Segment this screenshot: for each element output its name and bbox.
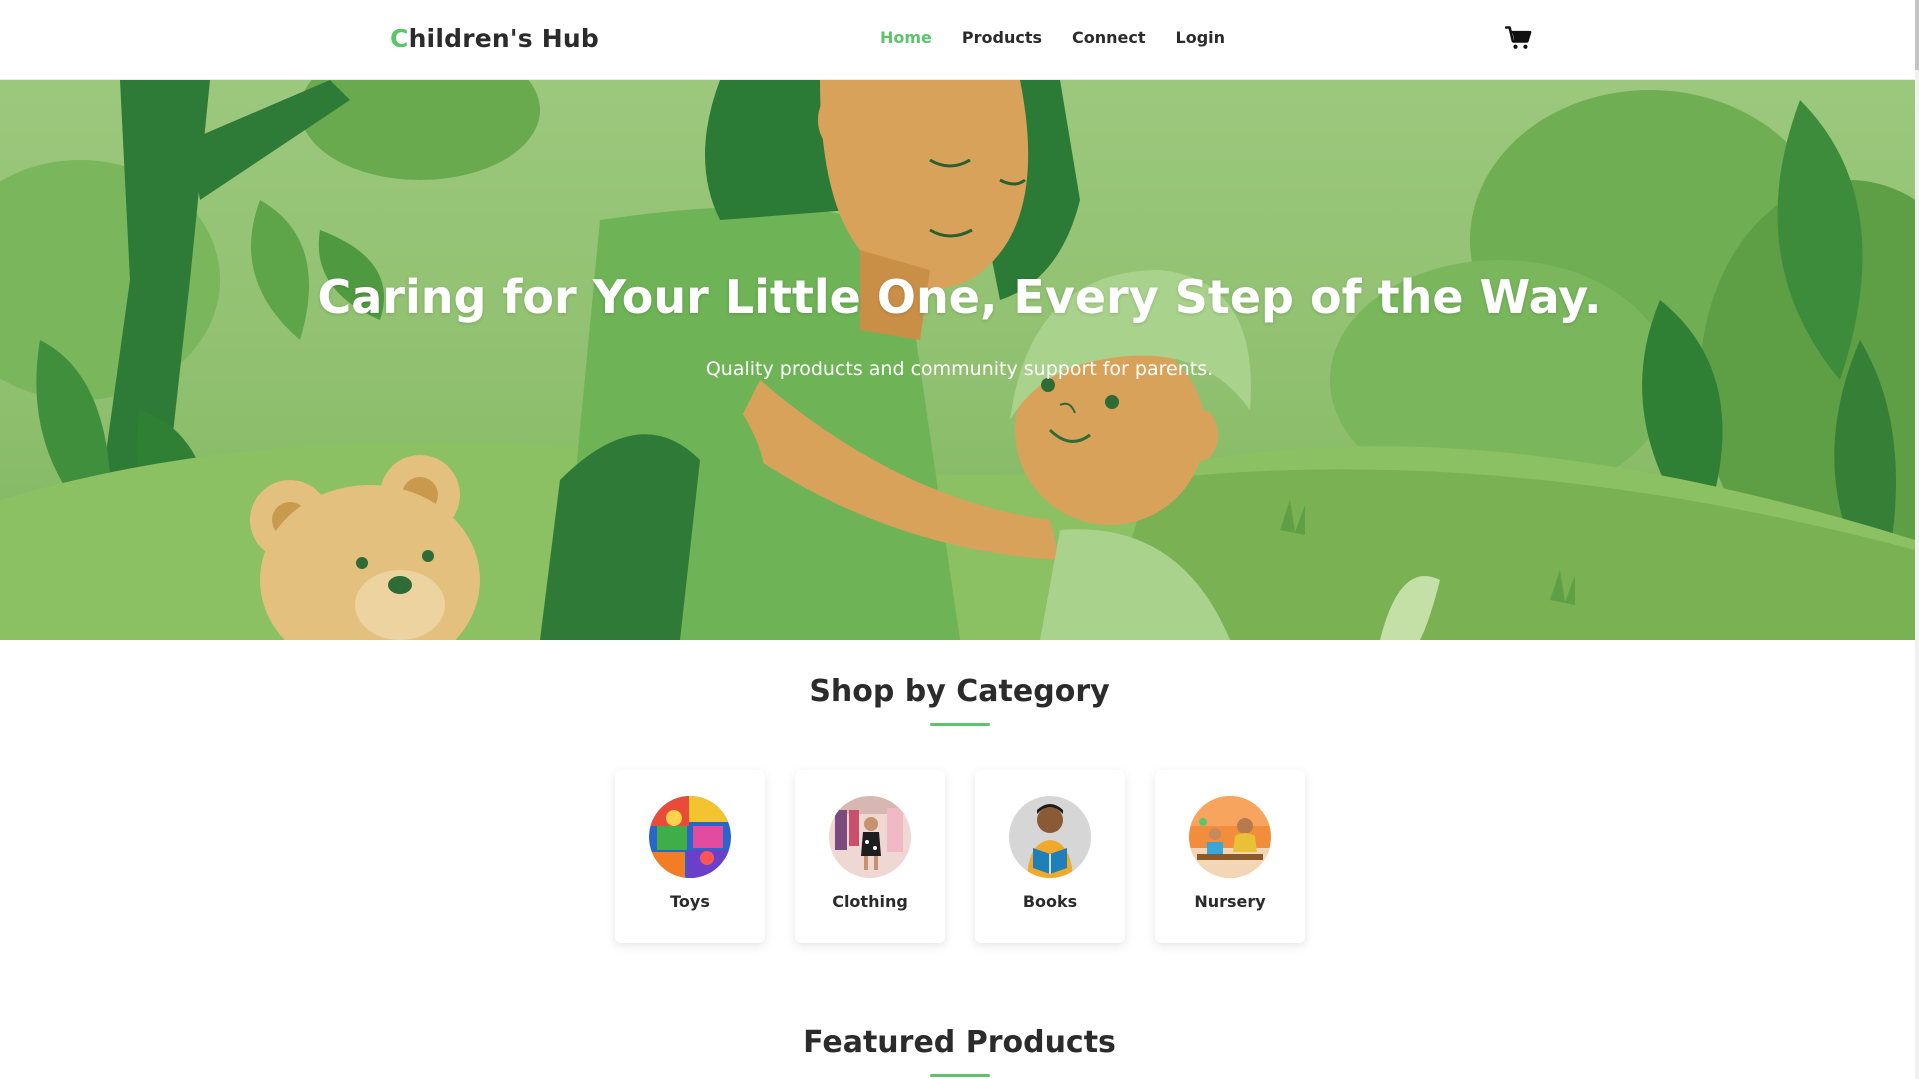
site-logo[interactable]: Children's Hub	[390, 24, 599, 53]
scrollbar-thumb[interactable]	[1915, 0, 1919, 70]
featured-title: Featured Products	[803, 1025, 1116, 1060]
category-image-clothing	[829, 796, 911, 878]
featured-title-underline	[930, 1074, 990, 1077]
category-label: Toys	[670, 892, 710, 911]
hero-banner: Caring for Your Little One, Every Step o…	[0, 80, 1915, 640]
logo-first-letter: C	[390, 24, 409, 53]
nav-login[interactable]: Login	[1176, 28, 1226, 47]
category-card-books[interactable]: Books	[975, 770, 1125, 943]
nav-connect[interactable]: Connect	[1072, 28, 1146, 47]
nav-products[interactable]: Products	[962, 28, 1042, 47]
logo-text: hildren's Hub	[408, 24, 599, 53]
category-card-toys[interactable]: Toys	[615, 770, 765, 943]
categories-title-underline	[930, 723, 990, 726]
category-label: Books	[1022, 892, 1078, 911]
categories-title: Shop by Category	[809, 674, 1110, 709]
category-image-toys	[649, 796, 731, 878]
category-card-nursery[interactable]: Nursery	[1155, 770, 1305, 943]
page-scrollbar[interactable]	[1915, 0, 1919, 1079]
category-card-clothing[interactable]: Clothing	[795, 770, 945, 943]
hero-title: Caring for Your Little One, Every Step o…	[317, 270, 1602, 324]
nav-home[interactable]: Home	[880, 28, 932, 47]
category-grid: Toys Clothing Books Nursery	[615, 770, 1305, 943]
category-image-books	[1009, 796, 1091, 878]
shopping-cart-icon[interactable]	[1504, 24, 1533, 52]
category-image-nursery	[1189, 796, 1271, 878]
main-nav: Home Products Connect Login	[880, 28, 1225, 47]
site-header: Children's Hub Home Products Connect Log…	[0, 0, 1919, 80]
hero-subtitle: Quality products and community support f…	[705, 358, 1214, 380]
category-label: Clothing	[832, 892, 908, 911]
category-label: Nursery	[1194, 892, 1266, 911]
